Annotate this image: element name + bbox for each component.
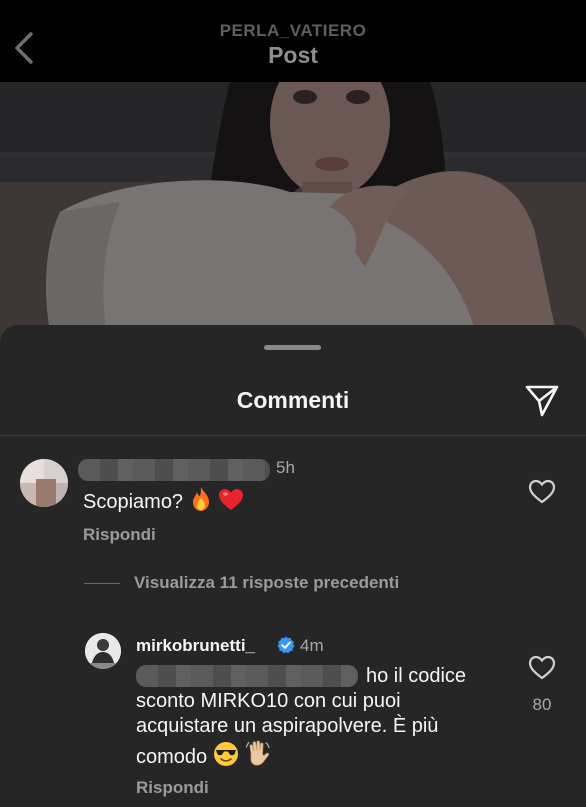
fire-emoji: [192, 487, 209, 511]
view-previous-replies[interactable]: Visualizza 11 risposte precedenti: [84, 571, 399, 595]
sheet-divider: [0, 435, 586, 436]
waving-hand-emoji: [246, 740, 270, 766]
reply-line-1: ho il codice: [366, 665, 467, 687]
reply-like-count: 80: [532, 695, 552, 714]
comment-time: 5h: [276, 458, 295, 477]
like-button[interactable]: [528, 479, 556, 505]
comments-sheet: Commenti 5h Scopiamo? Rispondi Visualizz…: [0, 325, 586, 807]
reply-avatar[interactable]: [85, 633, 121, 669]
reply-reply-button[interactable]: Rispondi: [136, 778, 209, 798]
verified-badge-icon: [277, 636, 295, 654]
sheet-title: Commenti: [236, 387, 350, 413]
account-name: PERLA_VATIERO: [219, 21, 367, 40]
reply-line-2: sconto MIRKO10 con cui puoi: [136, 690, 401, 712]
sheet-grabber[interactable]: [264, 345, 321, 350]
comment-body: Scopiamo?: [83, 491, 184, 513]
avatar[interactable]: [20, 459, 68, 507]
reply-username[interactable]: mirkobrunetti_: [136, 636, 255, 656]
post-screen: PERLA_VATIERO Post Commenti 5h Scopiamo?…: [0, 0, 586, 807]
page-title: Post: [268, 42, 318, 68]
reply-button[interactable]: Rispondi: [83, 525, 156, 545]
redacted-mention: [136, 665, 358, 687]
paper-plane-icon: [525, 385, 559, 417]
post-photo: [0, 82, 586, 352]
comment-text: Scopiamo?: [83, 486, 244, 515]
reply-time: 4m: [300, 636, 324, 655]
reply-like-button[interactable]: [528, 655, 556, 681]
replies-line: [84, 582, 120, 584]
top-nav-bar: PERLA_VATIERO Post: [0, 0, 586, 82]
sunglasses-emoji: [213, 742, 238, 766]
view-replies-label: Visualizza 11 risposte precedenti: [134, 573, 400, 592]
red-heart-emoji: [219, 489, 244, 510]
reply-line-4: comodo: [136, 739, 272, 770]
heart-outline-icon: [528, 655, 556, 680]
redacted-username: [78, 459, 270, 481]
reply-line-3: acquistare un aspirapolvere. È più: [136, 715, 439, 737]
share-button[interactable]: [524, 383, 560, 419]
heart-outline-icon: [528, 479, 556, 504]
reply-line-4-text: comodo: [136, 746, 208, 768]
